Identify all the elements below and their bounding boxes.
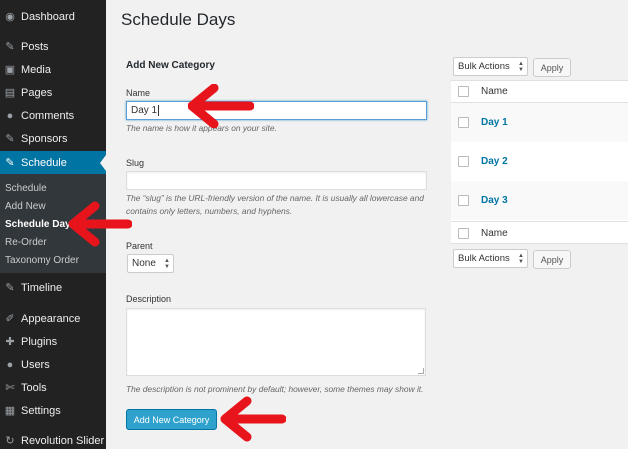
pushpin-icon: ✎ bbox=[5, 41, 15, 53]
row-checkbox[interactable] bbox=[458, 195, 469, 206]
name-input[interactable]: Day 1 bbox=[126, 101, 427, 120]
menu-item-appearance[interactable]: ✐ Appearance bbox=[0, 307, 106, 330]
dashboard-icon: ◉ bbox=[5, 11, 15, 23]
parent-select[interactable]: None ▲ ▼ bbox=[127, 254, 174, 273]
menu-item-label: Users bbox=[21, 358, 50, 371]
comments-icon: ● bbox=[6, 109, 14, 122]
parent-select-value: None bbox=[132, 258, 156, 269]
menu-item-label: Appearance bbox=[21, 312, 81, 325]
description-label: Description bbox=[126, 294, 172, 304]
menu-item-label: Revolution Slider bbox=[21, 434, 105, 447]
menu-item-posts[interactable]: ✎ Posts bbox=[0, 35, 106, 58]
column-footer-name[interactable]: Name bbox=[481, 228, 508, 239]
add-new-category-button[interactable]: Add New Category bbox=[126, 409, 217, 430]
select-arrows-icon: ▲ ▼ bbox=[518, 253, 524, 265]
bulk-actions-select-bottom[interactable]: Bulk Actions ▲ ▼ bbox=[453, 249, 528, 268]
table-row: Day 1 bbox=[451, 103, 628, 142]
menu-item-sponsors[interactable]: ✎ Sponsors bbox=[0, 127, 106, 150]
slug-help-text-2: contains only letters, numbers, and hyph… bbox=[126, 206, 293, 216]
form-heading: Add New Category bbox=[126, 60, 215, 71]
menu-item-pages[interactable]: ▤ Pages bbox=[0, 81, 106, 104]
name-label: Name bbox=[126, 88, 151, 98]
text-cursor bbox=[158, 105, 160, 116]
menu-item-timeline[interactable]: ✎ Timeline bbox=[0, 276, 106, 299]
table-row: Day 2 bbox=[451, 142, 628, 181]
resize-grip-icon[interactable] bbox=[418, 368, 424, 374]
name-input-value: Day 1 bbox=[131, 105, 158, 116]
terms-table: Name Day 1 Day 2 Day 3 Name bbox=[451, 80, 628, 244]
menu-item-media[interactable]: ▣ Media bbox=[0, 58, 106, 81]
menu-item-dashboard[interactable]: ◉ Dashboard bbox=[0, 5, 106, 28]
page-title: Schedule Days bbox=[121, 10, 236, 29]
menu-item-label: Schedule bbox=[21, 156, 67, 169]
select-arrows-icon: ▲ ▼ bbox=[518, 61, 524, 73]
slug-help-text-1: The “slug” is the URL-friendly version o… bbox=[126, 193, 424, 203]
tools-icon: ✄ bbox=[5, 382, 15, 394]
red-arrow-icon bbox=[188, 84, 254, 128]
menu-item-label: Settings bbox=[21, 404, 61, 417]
menu-item-label: Posts bbox=[21, 40, 49, 53]
menu-item-label: Plugins bbox=[21, 335, 58, 348]
term-link[interactable]: Day 3 bbox=[481, 195, 508, 206]
select-arrows-icon: ▲ ▼ bbox=[164, 258, 170, 270]
menu-item-revolution-slider[interactable]: ↻ Revolution Slider bbox=[0, 429, 106, 449]
submenu-item-schedule[interactable]: Schedule bbox=[5, 183, 47, 194]
menu-item-users[interactable]: ● Users bbox=[0, 353, 106, 376]
pushpin-icon: ✎ bbox=[5, 133, 15, 145]
pushpin-icon: ✎ bbox=[5, 282, 15, 294]
row-checkbox[interactable] bbox=[458, 117, 469, 128]
slider-icon: ↻ bbox=[5, 435, 15, 447]
apply-button-bottom[interactable]: Apply bbox=[533, 250, 571, 269]
table-header-row: Name bbox=[451, 81, 628, 103]
menu-item-label: Media bbox=[21, 63, 51, 76]
media-icon: ▣ bbox=[4, 64, 16, 76]
submenu-item-schedule-days[interactable]: Schedule Days bbox=[5, 219, 76, 230]
red-arrow-icon bbox=[68, 201, 132, 247]
submenu-item-re-order[interactable]: Re-Order bbox=[5, 237, 47, 248]
menu-item-plugins[interactable]: ✚ Plugins bbox=[0, 330, 106, 353]
term-link[interactable]: Day 1 bbox=[481, 117, 508, 128]
appearance-icon: ✐ bbox=[5, 313, 15, 325]
table-footer-row: Name bbox=[451, 221, 628, 244]
menu-item-label: Sponsors bbox=[21, 132, 68, 145]
description-help-text: The description is not prominent by defa… bbox=[126, 384, 424, 394]
menu-item-tools[interactable]: ✄ Tools bbox=[0, 376, 106, 399]
select-all-checkbox[interactable] bbox=[458, 227, 469, 239]
pushpin-icon: ✎ bbox=[5, 157, 15, 169]
bulk-actions-value: Bulk Actions bbox=[458, 61, 510, 72]
users-icon: ● bbox=[6, 358, 14, 371]
menu-item-label: Comments bbox=[21, 109, 75, 122]
slug-label: Slug bbox=[126, 158, 145, 168]
description-textarea[interactable] bbox=[126, 308, 426, 376]
table-row: Day 3 bbox=[451, 181, 628, 220]
slug-input[interactable] bbox=[126, 171, 427, 190]
bulk-actions-value: Bulk Actions bbox=[458, 253, 510, 264]
submenu-item-add-new[interactable]: Add New bbox=[5, 201, 46, 212]
settings-icon: ▦ bbox=[4, 405, 16, 417]
select-all-checkbox[interactable] bbox=[458, 86, 469, 97]
menu-item-label: Tools bbox=[21, 381, 47, 394]
menu-item-schedule[interactable]: ✎ Schedule bbox=[0, 151, 106, 174]
menu-item-label: Pages bbox=[21, 86, 53, 99]
row-checkbox[interactable] bbox=[458, 156, 469, 167]
name-help-text: The name is how it appears on your site. bbox=[126, 123, 277, 133]
red-arrow-icon bbox=[220, 396, 286, 442]
menu-item-settings[interactable]: ▦ Settings bbox=[0, 399, 106, 422]
apply-button-top[interactable]: Apply bbox=[533, 58, 571, 77]
column-header-name[interactable]: Name bbox=[481, 86, 508, 97]
term-link[interactable]: Day 2 bbox=[481, 156, 508, 167]
submenu-item-taxonomy-order[interactable]: Taxonomy Order bbox=[5, 255, 79, 266]
pages-icon: ▤ bbox=[4, 87, 16, 99]
current-menu-pointer bbox=[100, 155, 106, 171]
menu-item-label: Timeline bbox=[21, 281, 63, 294]
plugins-icon: ✚ bbox=[5, 336, 15, 348]
menu-item-label: Dashboard bbox=[21, 10, 75, 23]
menu-item-comments[interactable]: ● Comments bbox=[0, 104, 106, 127]
bulk-actions-select-top[interactable]: Bulk Actions ▲ ▼ bbox=[453, 57, 528, 76]
